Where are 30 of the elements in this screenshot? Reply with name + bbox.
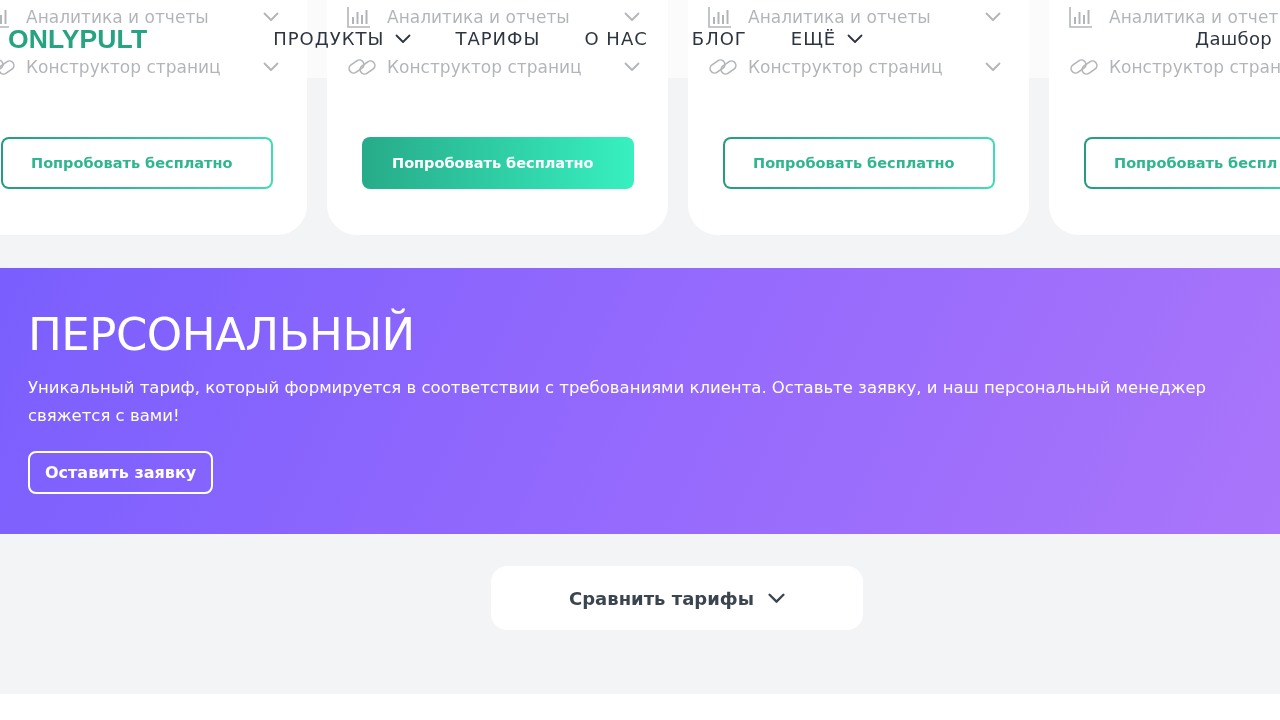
- banner-title: ПЕРСОНАЛЬНЫЙ: [28, 308, 415, 362]
- chevron-down-icon[interactable]: [985, 62, 1001, 72]
- nav-link[interactable]: ПРОДУКТЫ: [273, 28, 412, 50]
- link-icon: [1069, 56, 1099, 78]
- chevron-down-icon[interactable]: [624, 12, 640, 22]
- chevron-down-icon[interactable]: [263, 12, 279, 22]
- nav-link[interactable]: Дашбор: [1195, 28, 1272, 50]
- feature-label: Конструктор страниц: [387, 56, 582, 78]
- banner-description: Уникальный тариф, который формируется в соответствии с требованиями клиента. Оставьте заявку, и наш персональный менеджер свяжется с вами!: [28, 377, 1208, 427]
- feature-label: Аналитика и отчеты: [387, 6, 570, 28]
- nav-link[interactable]: ТАРИФЫ: [455, 28, 541, 50]
- feature-label: Конструктор стран: [1109, 56, 1280, 78]
- feature-label: Аналитика и отчет: [1109, 6, 1279, 28]
- bar-chart-icon: [708, 6, 732, 28]
- bar-chart-icon: [1069, 6, 1093, 28]
- nav-link[interactable]: О НАС: [584, 28, 648, 50]
- link-icon: [708, 56, 738, 78]
- chevron-down-icon[interactable]: [263, 62, 279, 72]
- chevron-down-icon[interactable]: [985, 12, 1001, 22]
- feature-label: Аналитика и отчеты: [748, 6, 931, 28]
- chevron-down-icon[interactable]: [624, 62, 640, 72]
- link-icon: [347, 56, 377, 78]
- feature-label: Аналитика и отчеты: [26, 6, 209, 28]
- nav-link[interactable]: БЛОГ: [691, 28, 747, 50]
- feature-label: Конструктор страниц: [748, 56, 943, 78]
- bar-chart-icon: [347, 6, 371, 28]
- feature-label: Конструктор страниц: [26, 56, 221, 78]
- compare-plans-button[interactable]: Сравнить тарифы: [491, 566, 863, 630]
- request-button[interactable]: Оставить заявку: [28, 451, 214, 494]
- nav-link[interactable]: ЕЩЁ: [790, 28, 864, 50]
